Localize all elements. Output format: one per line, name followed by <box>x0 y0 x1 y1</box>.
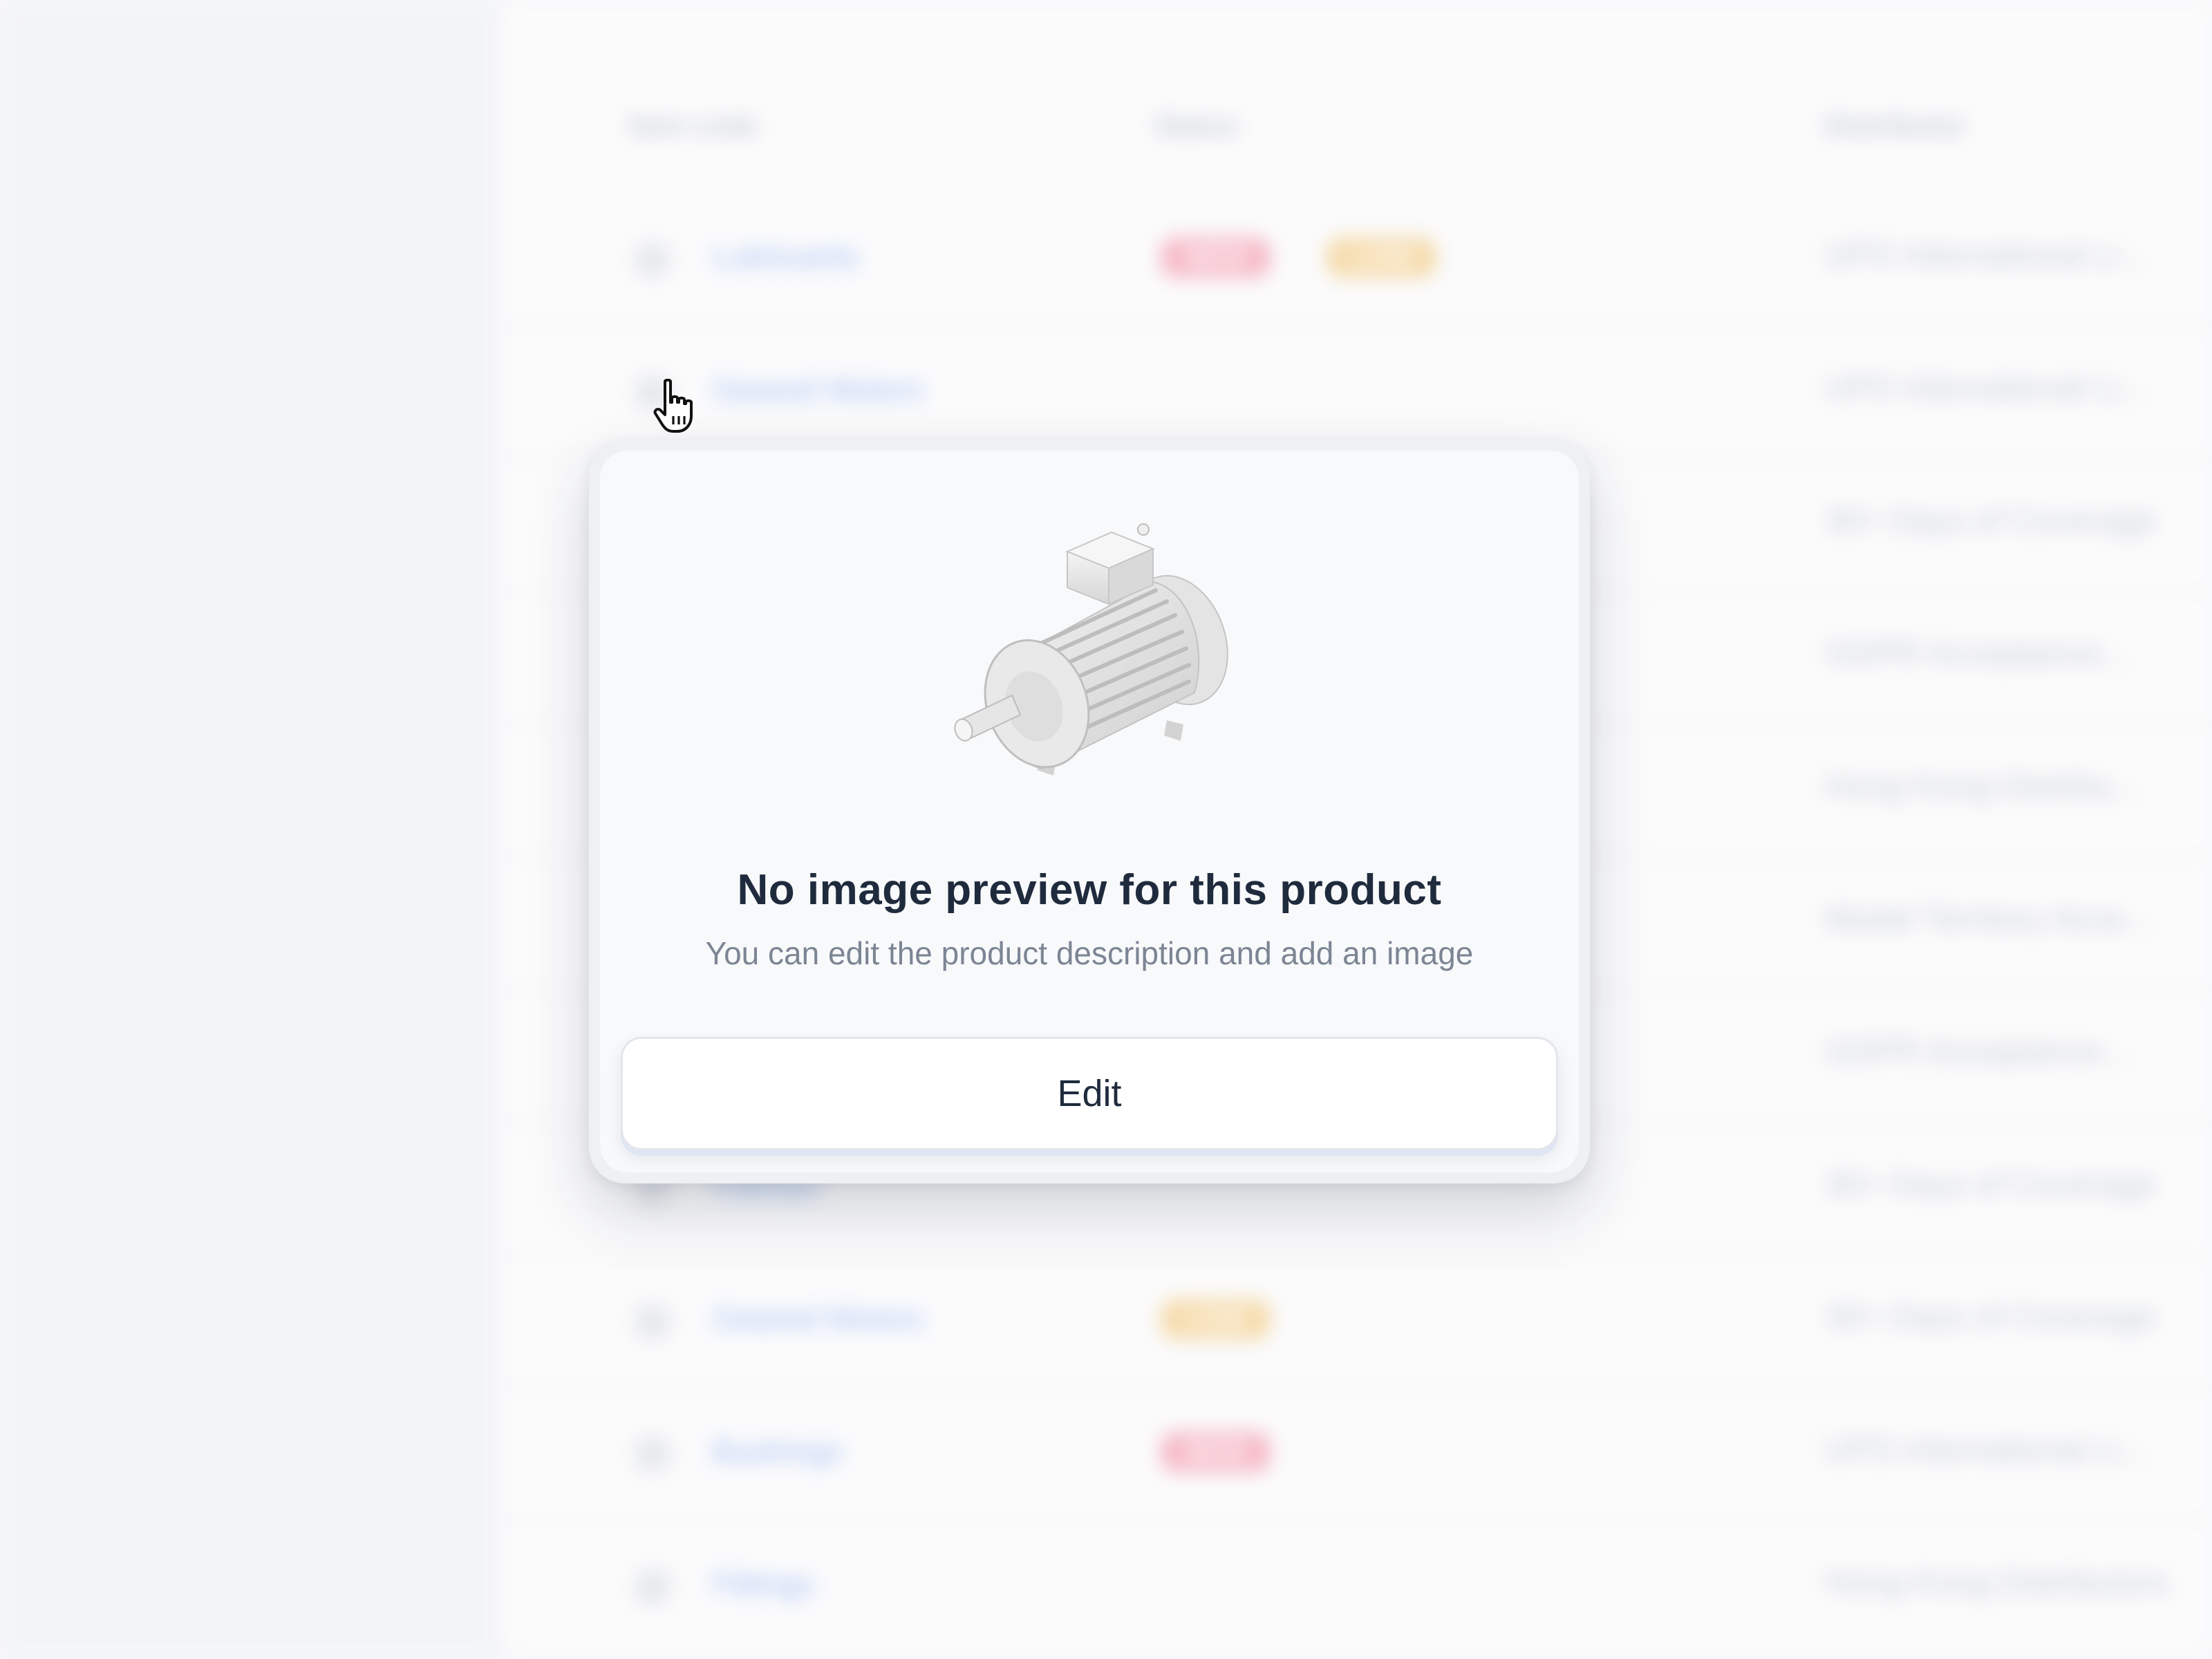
item-code-link[interactable]: Bushings <box>712 1432 843 1470</box>
distributor-cell: 30+ Days of Coverage <box>1825 503 2156 539</box>
empty-state-title: No image preview for this product <box>737 866 1442 914</box>
distributor-cell: 30+ Days of Coverage <box>1825 1299 2156 1335</box>
table-row[interactable]: Lubricants NEW LOW UPS International Li... <box>505 194 2212 327</box>
status-badge: NEW <box>1161 1432 1271 1472</box>
distributor-cell: UPS International Li... <box>1825 1432 2148 1468</box>
status-badge: LOW <box>1161 1300 1271 1339</box>
table-header: Item code Status Distributor <box>505 0 2212 207</box>
row-checkbox[interactable] <box>636 1571 669 1604</box>
product-preview-popover: No image preview for this product You ca… <box>589 440 1590 1183</box>
sidebar <box>0 0 498 1659</box>
distributor-cell: UPS International Li... <box>1825 370 2148 406</box>
column-header-item-code[interactable]: Item code <box>629 111 758 142</box>
hand-pointer-icon <box>653 379 693 433</box>
table-row[interactable]: Bushings NEW UPS International Li... <box>505 1388 2212 1521</box>
table-row[interactable]: Fittings Hong Kong Distributors <box>505 1521 2212 1654</box>
electric-motor-icon <box>954 523 1228 776</box>
item-code-link[interactable]: Geared Motors <box>712 371 924 408</box>
empty-state-subtitle: You can edit the product description and… <box>705 935 1474 971</box>
popover-body: No image preview for this product You ca… <box>600 451 1579 1172</box>
edit-button[interactable]: Edit <box>621 1037 1558 1150</box>
row-checkbox[interactable] <box>636 1438 669 1471</box>
item-code-link[interactable]: Geared Motors <box>712 1300 924 1337</box>
distributor-cell: GDPR Acceptance... <box>1825 1033 2130 1070</box>
row-checkbox[interactable] <box>636 1305 669 1338</box>
distributor-cell: Hong Kong Distributors <box>1825 1564 2168 1601</box>
column-header-distributor[interactable]: Distributor <box>1825 111 1966 142</box>
distributor-cell: Hong Kong Distribu... <box>1825 768 2141 805</box>
status-badge: LOW <box>1327 238 1436 277</box>
item-code-link[interactable]: Lubricants <box>712 238 859 275</box>
status-badge: NEW <box>1161 238 1271 277</box>
distributor-cell: 30+ Days of Coverage <box>1825 1166 2156 1203</box>
distributor-cell: UPS International Li... <box>1825 237 2148 274</box>
distributor-cell: GDPR Acceptance... <box>1825 635 2130 672</box>
table-row[interactable]: Geared Motors LOW 30+ Days of Coverage <box>505 1255 2212 1389</box>
distributor-cell: Model Territory Acce... <box>1825 901 2153 937</box>
item-code-link[interactable]: Fittings <box>712 1565 814 1602</box>
row-checkbox[interactable] <box>636 243 669 276</box>
column-header-status[interactable]: Status <box>1154 111 1239 142</box>
